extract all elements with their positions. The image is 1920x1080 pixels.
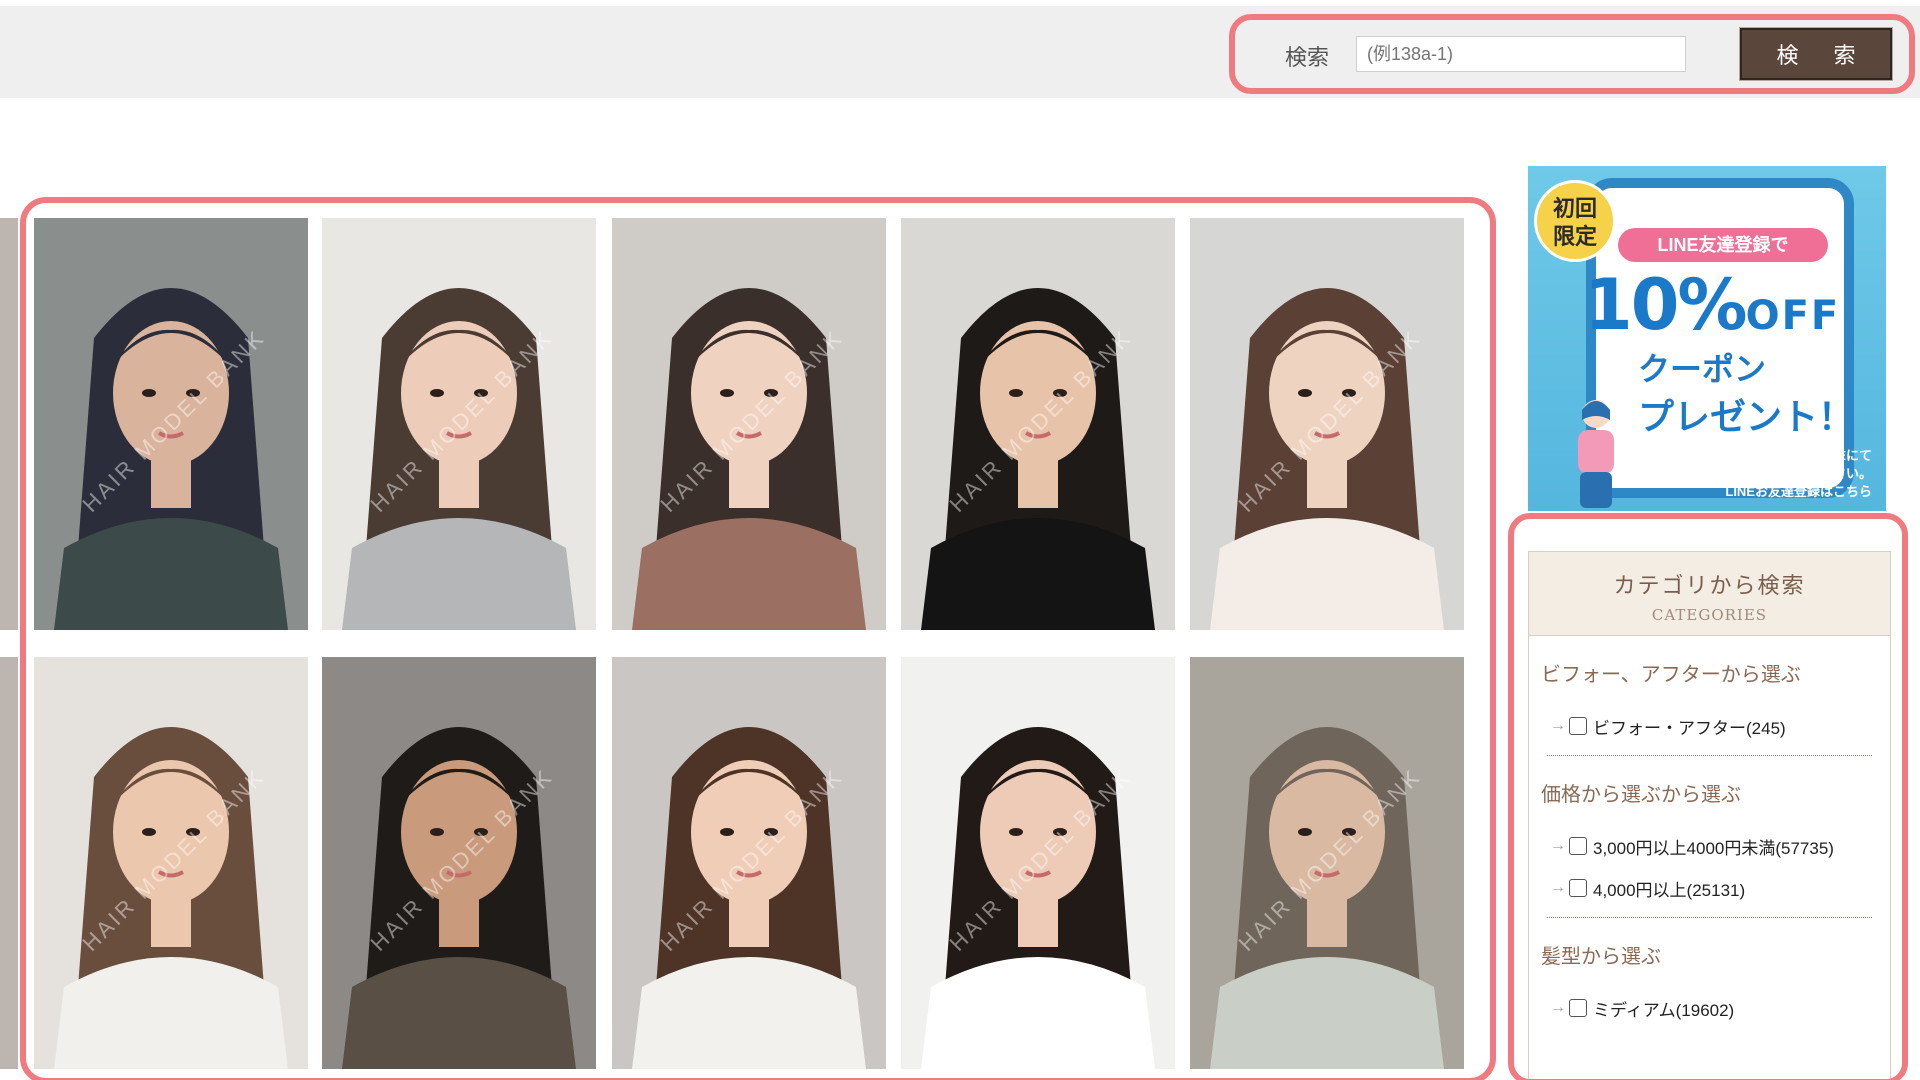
coupon-text: クーポン xyxy=(1638,351,1767,387)
arrow-right-icon: → xyxy=(1550,717,1566,734)
categories-highlight: カテゴリから検索 CATEGORIES ビフォー、アフターから選ぶ → ビフォー・ア… xyxy=(1508,513,1908,1080)
banner-note: 友達登録後、LINEにて 「10」と送信ください。 LINEお友達登録はこちら xyxy=(1725,448,1872,499)
arrow-right-icon: → xyxy=(1550,879,1566,896)
hairstyle-photo[interactable]: HAIR MODEL BANK xyxy=(901,218,1175,630)
category-section-title: 髪型から選ぶ xyxy=(1541,946,1661,968)
category-section: 価格から選ぶから選ぶ → 3,000円以上4000円未満(57735) → 4,000円… xyxy=(1529,756,1890,918)
category-checkbox[interactable] xyxy=(1569,879,1587,897)
line-coupon-banner[interactable]: 初回 限定 LINE友達登録で 10%OFF クーポン プレゼント！ 友達登録後… xyxy=(1528,166,1886,511)
categories-header: カテゴリから検索 CATEGORIES xyxy=(1529,552,1890,636)
hairstyle-photo[interactable]: HAIR MODEL BANK xyxy=(1190,657,1464,1069)
hairstyle-photo[interactable]: HAIR MODEL BANK xyxy=(612,657,886,1069)
categories-sections: ビフォー、アフターから選ぶ → ビフォー・アフター(245) 価格から選ぶから選ぶ → 3… xyxy=(1529,636,1890,1029)
partial-photo-left-row2[interactable] xyxy=(0,657,18,1069)
hairstyle-photo[interactable]: HAIR MODEL BANK xyxy=(34,657,308,1069)
category-section-title: ビフォー、アフターから選ぶ xyxy=(1541,664,1801,686)
category-checkbox[interactable] xyxy=(1569,717,1587,735)
arrow-right-icon: → xyxy=(1550,837,1566,854)
hairstyle-photo[interactable]: HAIR MODEL BANK xyxy=(322,218,596,630)
hairstyle-photo[interactable]: HAIR MODEL BANK xyxy=(901,657,1175,1069)
hairstyle-photo[interactable]: HAIR MODEL BANK xyxy=(34,218,308,630)
first-time-badge: 初回 限定 xyxy=(1534,180,1616,262)
category-option[interactable]: → ビフォー・アフター(245) xyxy=(1541,705,1878,747)
line-register-pill: LINE友達登録で xyxy=(1618,228,1828,262)
category-option[interactable]: → 4,000円以上(25131) xyxy=(1541,867,1878,909)
category-checkbox[interactable] xyxy=(1569,837,1587,855)
category-option-label: ミディアム(19602) xyxy=(1593,1000,1735,1020)
hairstyle-photo[interactable]: HAIR MODEL BANK xyxy=(612,218,886,630)
search-button[interactable]: 検 索 xyxy=(1739,27,1893,81)
category-option-label: ビフォー・アフター(245) xyxy=(1593,718,1786,738)
category-section: 髪型から選ぶ → ミディアム(19602) xyxy=(1529,918,1890,1029)
hairstyle-photo[interactable]: HAIR MODEL BANK xyxy=(322,657,596,1069)
arrow-right-icon: → xyxy=(1550,999,1566,1016)
present-text: プレゼント！ xyxy=(1638,396,1855,437)
categories-subtitle: CATEGORIES xyxy=(1651,606,1768,624)
search-area: 検索 検 索 xyxy=(1229,14,1915,94)
search-input[interactable] xyxy=(1356,36,1686,72)
category-checkbox[interactable] xyxy=(1569,999,1587,1017)
category-option-label: 3,000円以上4000円未満(57735) xyxy=(1593,838,1834,858)
partial-photo-left-row1[interactable] xyxy=(0,218,18,630)
search-label: 検索 xyxy=(1285,46,1330,71)
categories-title: カテゴリから検索 xyxy=(1613,574,1806,599)
category-option[interactable]: → ミディアム(19602) xyxy=(1541,987,1878,1029)
category-option-label: 4,000円以上(25131) xyxy=(1593,880,1746,900)
category-section-title: 価格から選ぶから選ぶ xyxy=(1541,784,1741,806)
category-section: ビフォー、アフターから選ぶ → ビフォー・アフター(245) xyxy=(1529,636,1890,756)
hairstyle-photo[interactable]: HAIR MODEL BANK xyxy=(1190,218,1464,630)
person-illustration xyxy=(1578,400,1614,508)
categories-panel: カテゴリから検索 CATEGORIES ビフォー、アフターから選ぶ → ビフォー・ア… xyxy=(1528,551,1891,1079)
category-option[interactable]: → 3,000円以上4000円未満(57735) xyxy=(1541,825,1878,867)
discount-text: 10%OFF xyxy=(1584,264,1841,346)
